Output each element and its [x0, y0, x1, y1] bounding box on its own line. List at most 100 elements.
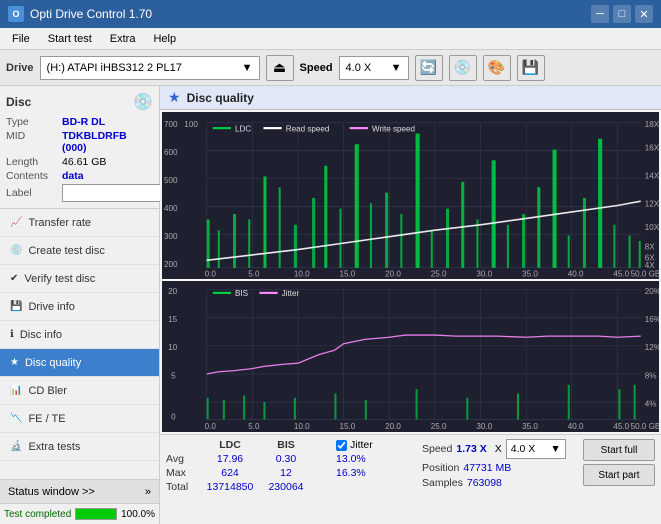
menu-help[interactable]: Help — [145, 31, 184, 47]
nav-label: Create test disc — [28, 245, 104, 257]
eject-button[interactable]: ⏏ — [266, 55, 294, 81]
status-section: Status window >> » Test completed 100.0% — [0, 479, 159, 524]
start-part-button[interactable]: Start part — [583, 464, 655, 486]
nav-cd-bler[interactable]: 📊 CD Bler — [0, 377, 159, 405]
nav-label: Extra tests — [28, 441, 80, 453]
menu-extra[interactable]: Extra — [102, 31, 144, 47]
contents-val: data — [62, 170, 84, 182]
charts-area: 700 600 500 400 300 200 100 18X 16X 14X … — [160, 110, 661, 434]
max-ldc: 624 — [204, 467, 256, 479]
svg-text:500: 500 — [164, 175, 178, 185]
type-val: BD-R DL — [62, 116, 105, 128]
svg-text:12%: 12% — [645, 342, 659, 352]
nav-label: Disc quality — [25, 357, 81, 369]
jitter-checkbox[interactable] — [336, 440, 347, 451]
speed-select[interactable]: 4.0 X ▼ — [339, 56, 409, 80]
start-full-button[interactable]: Start full — [583, 439, 655, 461]
type-key: Type — [6, 116, 58, 128]
svg-text:12X: 12X — [645, 198, 659, 208]
nav-label: Disc info — [20, 329, 62, 341]
svg-text:LDC: LDC — [235, 123, 251, 133]
svg-text:50.0 GB: 50.0 GB — [631, 268, 659, 278]
svg-text:18X: 18X — [645, 119, 659, 129]
nav-icon: 🔬 — [10, 441, 22, 452]
nav-label: Drive info — [28, 301, 74, 313]
disc-length-row: Length 46.61 GB — [6, 156, 153, 168]
nav-icon: 📉 — [10, 413, 22, 424]
nav-icon: 💾 — [10, 301, 22, 312]
svg-text:20: 20 — [168, 285, 177, 295]
svg-text:BIS: BIS — [235, 287, 248, 297]
speed-value: 1.73 X — [456, 443, 486, 455]
svg-text:5.0: 5.0 — [248, 268, 260, 278]
nav-extra-tests[interactable]: 🔬 Extra tests — [0, 433, 159, 461]
nav-disc-quality[interactable]: ★ Disc quality — [0, 349, 159, 377]
nav-icon: 📈 — [10, 217, 22, 228]
bis-chart-svg: 20 15 10 5 0 20% 16% 12% 8% 4% 0.0 5.0 1… — [162, 281, 659, 432]
nav-drive-info[interactable]: 💾 Drive info — [0, 293, 159, 321]
samples-value: 763098 — [467, 477, 502, 489]
drive-select-value: (H:) ATAPI iHBS312 2 PL17 — [47, 62, 182, 74]
nav-items: 📈 Transfer rate 💿 Create test disc ✔ Ver… — [0, 209, 159, 479]
speed-row: Speed 1.73 X X 4.0 X ▼ — [422, 439, 577, 459]
speed-dropdown[interactable]: 4.0 X ▼ — [506, 439, 566, 459]
svg-text:700: 700 — [164, 119, 178, 129]
minimize-button[interactable]: ─ — [591, 5, 609, 23]
drive-label: Drive — [6, 62, 34, 74]
max-bis: 12 — [260, 467, 312, 479]
nav-icon: ℹ — [10, 329, 14, 340]
nav-icon: ✔ — [10, 273, 18, 284]
svg-text:4%: 4% — [645, 398, 657, 408]
svg-text:15.0: 15.0 — [340, 421, 356, 431]
svg-text:45.0: 45.0 — [613, 421, 629, 431]
nav-disc-info[interactable]: ℹ Disc info — [0, 321, 159, 349]
mid-key: MID — [6, 130, 58, 142]
refresh-button[interactable]: 🔄 — [415, 55, 443, 81]
length-val: 46.61 GB — [62, 156, 106, 168]
svg-text:45.0: 45.0 — [613, 268, 629, 278]
close-button[interactable]: ✕ — [635, 5, 653, 23]
svg-text:20%: 20% — [645, 285, 659, 295]
avg-label: Avg — [166, 453, 200, 465]
nav-transfer-rate[interactable]: 📈 Transfer rate — [0, 209, 159, 237]
svg-text:0.0: 0.0 — [205, 421, 217, 431]
length-key: Length — [6, 156, 58, 168]
svg-text:5.0: 5.0 — [248, 421, 260, 431]
left-panel: Disc 💿 Type BD-R DL MID TDKBLDRFB (000) … — [0, 86, 160, 524]
total-ldc: 13714850 — [204, 481, 256, 493]
contents-key: Contents — [6, 170, 58, 182]
settings-button[interactable]: 🎨 — [483, 55, 511, 81]
svg-text:300: 300 — [164, 231, 178, 241]
disc-quality-title: Disc quality — [187, 91, 254, 105]
svg-text:16%: 16% — [645, 313, 659, 323]
svg-text:35.0: 35.0 — [522, 421, 538, 431]
nav-create-test-disc[interactable]: 💿 Create test disc — [0, 237, 159, 265]
col-empty — [166, 439, 200, 451]
menu-start-test[interactable]: Start test — [40, 31, 100, 47]
cd-icon-btn[interactable]: 💿 — [449, 55, 477, 81]
speed-label-static: Speed — [422, 443, 452, 455]
progress-bar-fill — [76, 509, 116, 519]
max-jitter: 16.3% — [336, 467, 386, 479]
disc-quality-header: ★ Disc quality — [160, 86, 661, 110]
svg-text:Write speed: Write speed — [372, 123, 415, 133]
disc-label-row: Label 🔖 — [6, 184, 153, 202]
save-button[interactable]: 💾 — [517, 55, 545, 81]
nav-label: Verify test disc — [24, 273, 95, 285]
jitter-label: Jitter — [350, 439, 373, 451]
svg-text:30.0: 30.0 — [476, 268, 492, 278]
progress-pct: 100.0% — [121, 509, 155, 520]
speed-dropdown-arrow: ▼ — [550, 443, 560, 455]
jitter-checkbox-row: Jitter — [336, 439, 386, 451]
app-title: Opti Drive Control 1.70 — [30, 7, 152, 21]
nav-fe-te[interactable]: 📉 FE / TE — [0, 405, 159, 433]
maximize-button[interactable]: □ — [613, 5, 631, 23]
menu-file[interactable]: File — [4, 31, 38, 47]
drive-select[interactable]: (H:) ATAPI iHBS312 2 PL17 ▼ — [40, 56, 260, 80]
status-window-button[interactable]: Status window >> » — [0, 480, 159, 504]
nav-verify-test-disc[interactable]: ✔ Verify test disc — [0, 265, 159, 293]
label-key: Label — [6, 187, 58, 199]
svg-text:35.0: 35.0 — [522, 268, 538, 278]
disc-mid-row: MID TDKBLDRFB (000) — [6, 130, 153, 154]
svg-text:10.0: 10.0 — [294, 268, 310, 278]
